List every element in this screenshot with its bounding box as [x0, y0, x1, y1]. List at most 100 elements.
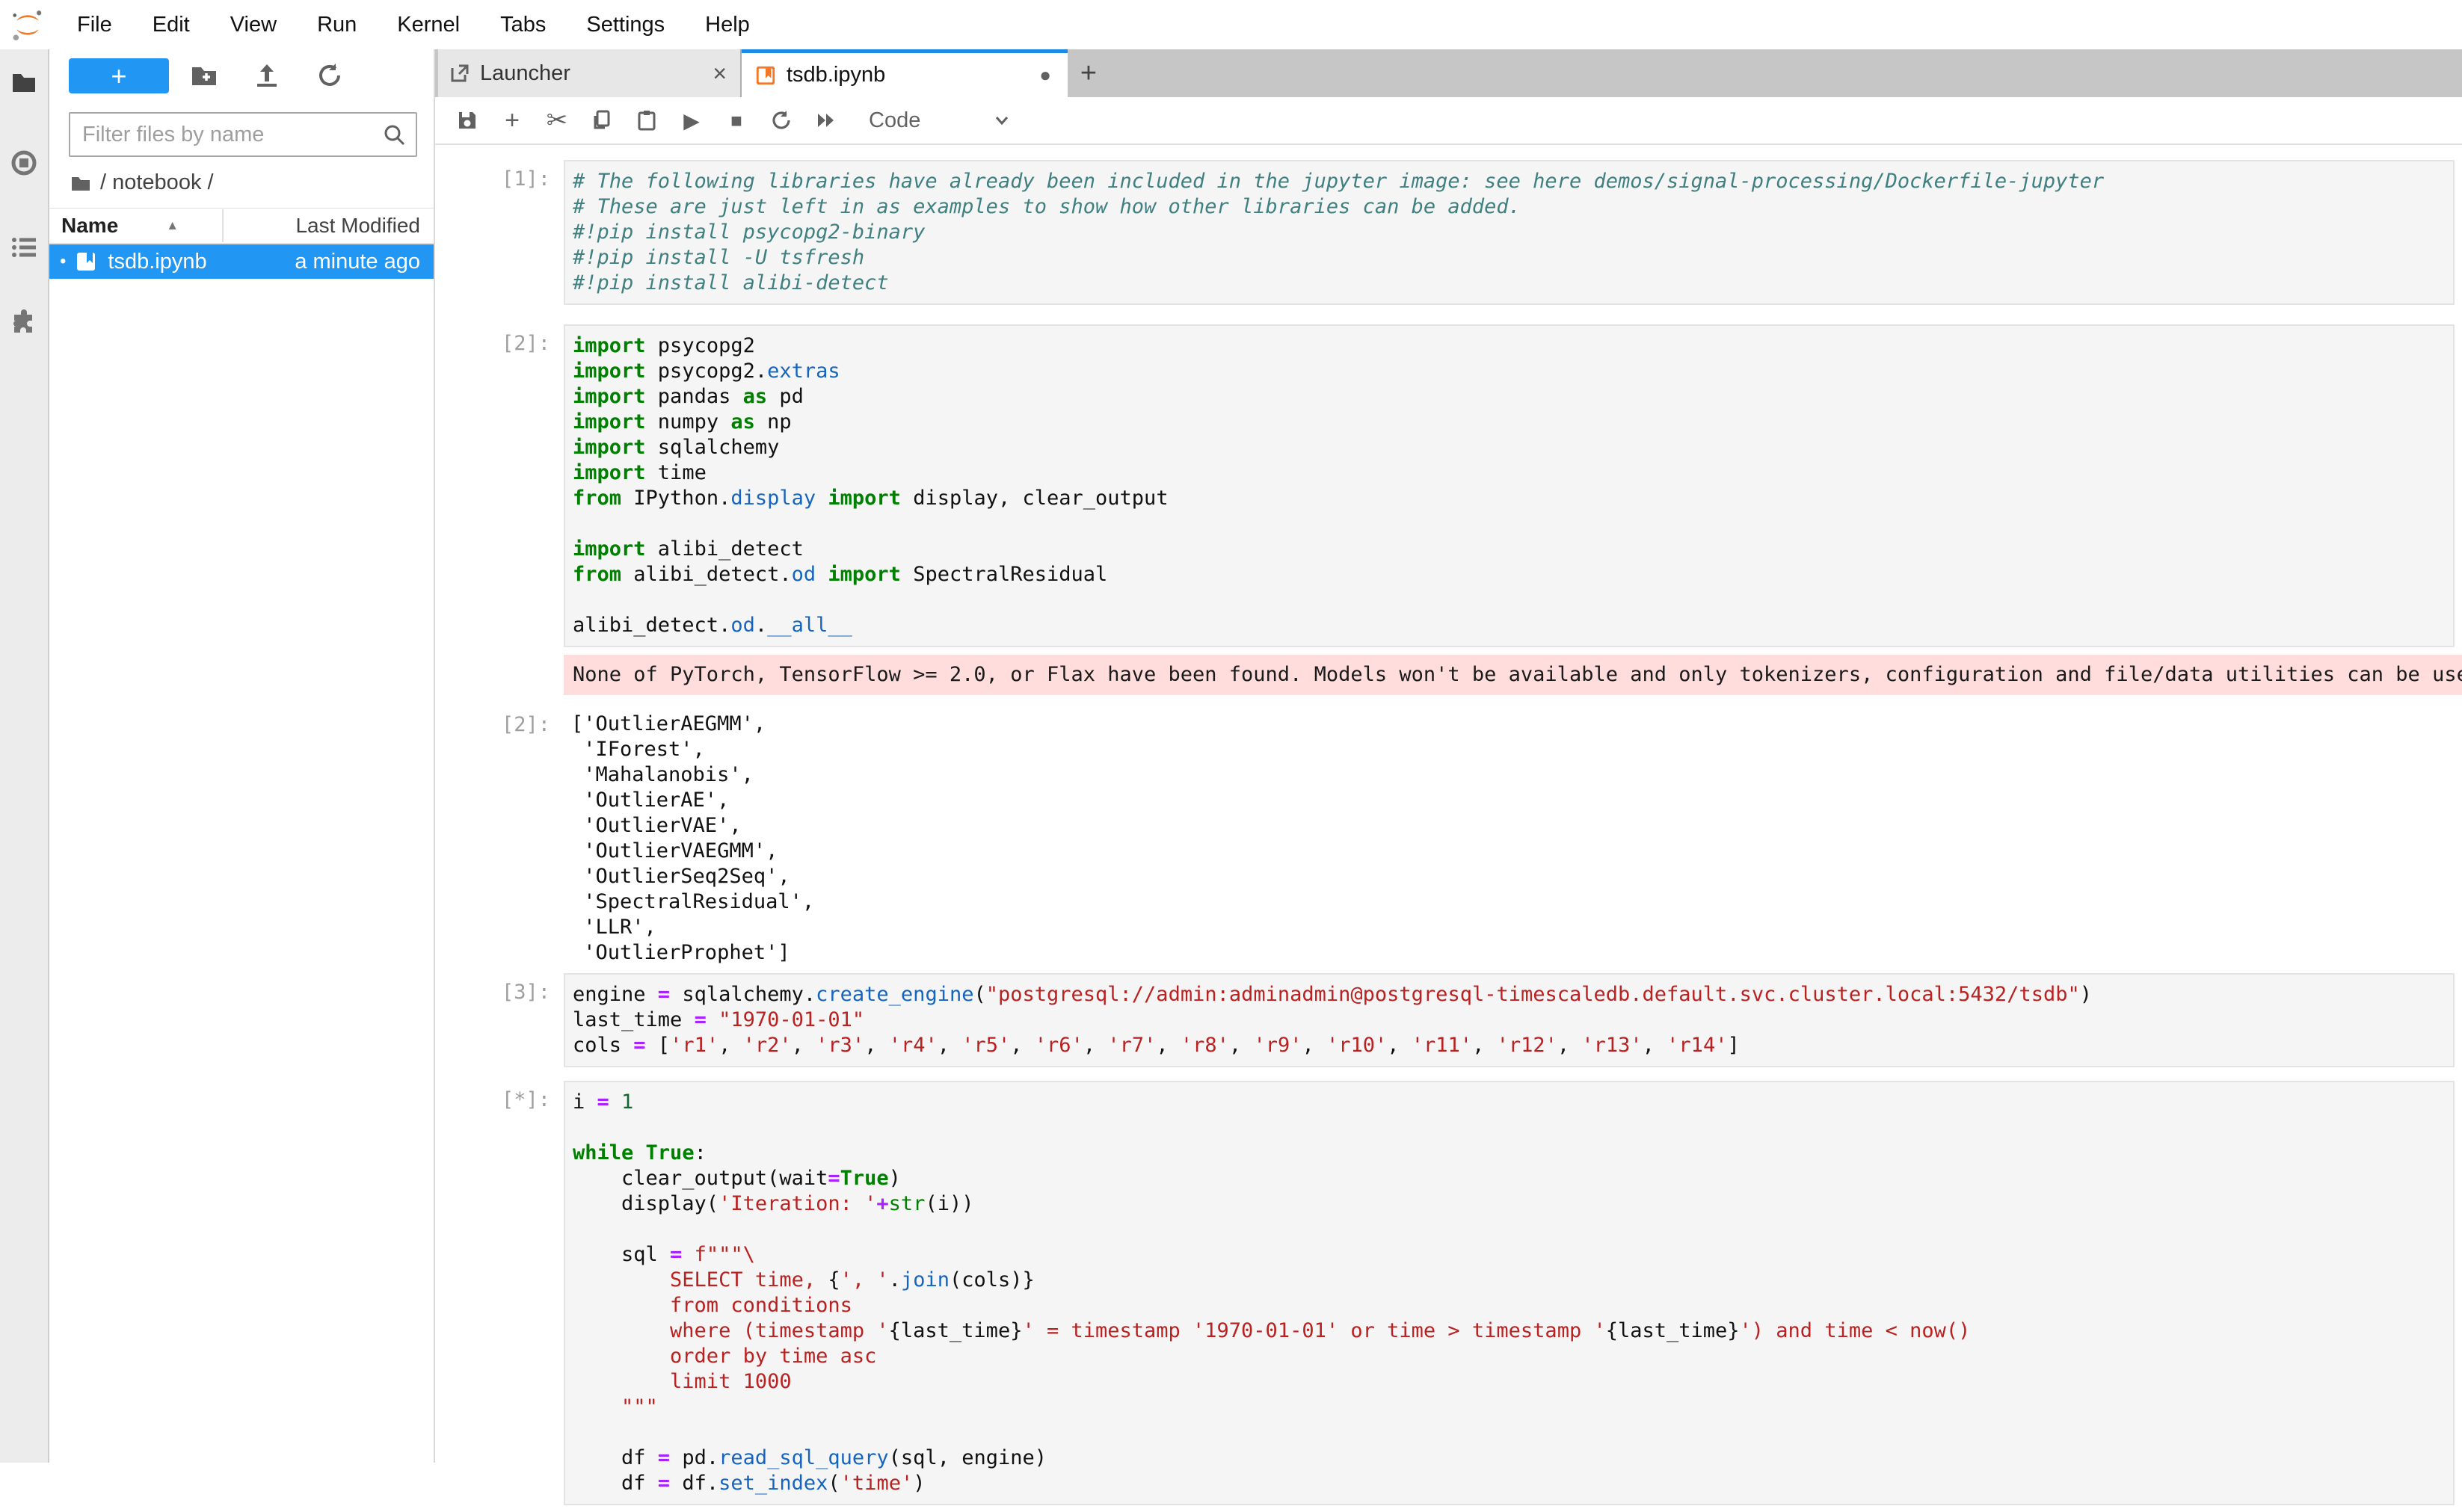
new-tab-button[interactable]: +	[1068, 49, 1110, 97]
code-line: df = df.set_index('time')	[573, 1471, 2453, 1496]
cell-editor[interactable]: import psycopg2import psycopg2.extrasimp…	[564, 324, 2455, 647]
menu-kernel[interactable]: Kernel	[377, 13, 480, 37]
chevron-down-icon[interactable]	[992, 111, 1012, 130]
code-line: #!pip install alibi-detect	[573, 271, 2453, 296]
output-line: 'Mahalanobis',	[571, 762, 2462, 788]
menu-bar: File Edit View Run Kernel Tabs Settings …	[0, 0, 2462, 49]
output-line: 'OutlierVAE',	[571, 813, 2462, 839]
refresh-icon[interactable]	[316, 61, 344, 90]
save-icon[interactable]	[455, 108, 480, 133]
home-folder-icon[interactable]	[70, 173, 91, 194]
notebook-scroll-area[interactable]: [1]: # The following libraries have alrea…	[435, 146, 2462, 1512]
code-line: from IPython.display import display, cle…	[573, 486, 2453, 511]
file-browser-panel: + / notebook / Name ▲ Last Modified	[49, 49, 434, 1463]
copy-cells-icon[interactable]	[589, 108, 615, 133]
cut-cells-icon[interactable]: ✂	[544, 108, 570, 133]
insert-cell-icon[interactable]: +	[499, 108, 525, 133]
left-sidebar-strip	[0, 49, 49, 1463]
code-line: # These are just left in as examples to …	[573, 194, 2453, 220]
code-line: i = 1	[573, 1090, 2453, 1115]
interrupt-kernel-icon[interactable]: ■	[724, 108, 749, 133]
tab-label: Launcher	[480, 61, 570, 86]
file-modified: a minute ago	[295, 250, 420, 274]
output-line: 'OutlierAE',	[571, 788, 2462, 813]
sort-ascending-icon[interactable]: ▲	[166, 218, 179, 233]
code-line: import psycopg2	[573, 333, 2453, 359]
new-launcher-button[interactable]: +	[69, 58, 169, 93]
code-line: import numpy as np	[573, 410, 2453, 435]
menu-help[interactable]: Help	[685, 13, 770, 37]
code-line	[573, 587, 2453, 613]
column-name[interactable]: Name	[61, 214, 118, 238]
menu-edit[interactable]: Edit	[132, 13, 210, 37]
cell-prompt: [1]:	[435, 160, 564, 305]
cell-prompt: [3]:	[435, 973, 564, 1067]
output-line: 'OutlierProphet']	[571, 940, 2462, 966]
extension-manager-icon[interactable]	[10, 309, 37, 336]
run-cell-icon[interactable]: ▶	[679, 108, 704, 133]
breadcrumb[interactable]: / notebook /	[70, 170, 214, 195]
menu-run[interactable]: Run	[297, 13, 377, 37]
file-name: tsdb.ipynb	[108, 250, 206, 274]
restart-run-all-icon[interactable]	[813, 108, 839, 133]
table-of-contents-icon[interactable]	[10, 234, 37, 261]
code-line: df = pd.read_sql_query(sql, engine)	[573, 1445, 2453, 1471]
code-cell[interactable]: [3]: engine = sqlalchemy.create_engine("p…	[435, 973, 2462, 1067]
code-line: import alibi_detect	[573, 537, 2453, 562]
running-kernel-dot: •	[60, 251, 66, 272]
file-row-selected[interactable]: • tsdb.ipynb a minute ago	[49, 244, 434, 279]
jupyter-logo-icon	[10, 7, 45, 42]
cell-prompt: [2]:	[435, 324, 564, 647]
output-line: 'IForest',	[571, 737, 2462, 762]
column-last-modified[interactable]: Last Modified	[295, 214, 420, 238]
code-cell[interactable]: [1]: # The following libraries have alrea…	[435, 160, 2462, 305]
cell-prompt: [2]:	[435, 706, 564, 970]
paste-cells-icon[interactable]	[634, 108, 659, 133]
output-line: ['OutlierAEGMM',	[571, 712, 2462, 737]
code-line: limit 1000	[573, 1369, 2453, 1395]
notebook-toolbar: + ✂ ▶ ■ Code	[435, 97, 2462, 145]
notebook-file-icon	[75, 250, 97, 273]
code-line: display('Iteration: '+str(i))	[573, 1191, 2453, 1217]
output-text: ['OutlierAEGMM', 'IForest', 'Mahalanobis…	[564, 706, 2462, 970]
code-line: while True:	[573, 1141, 2453, 1166]
output-line: 'SpectralResidual',	[571, 889, 2462, 915]
stderr-text: None of PyTorch, TensorFlow >= 2.0, or F…	[564, 655, 2462, 695]
cell-editor[interactable]: # The following libraries have already b…	[564, 160, 2455, 305]
running-sessions-icon[interactable]	[10, 149, 37, 176]
cells: [1]: # The following libraries have alrea…	[435, 160, 2462, 1505]
stderr-output-cell[interactable]: None of PyTorch, TensorFlow >= 2.0, or F…	[435, 655, 2462, 695]
code-cell[interactable]: [*]:i = 1 while True: clear_output(wait=…	[435, 1081, 2462, 1505]
code-line: clear_output(wait=True)	[573, 1166, 2453, 1191]
cell-editor[interactable]: engine = sqlalchemy.create_engine("postg…	[564, 973, 2455, 1067]
code-line	[573, 511, 2453, 537]
code-line: from conditions	[573, 1293, 2453, 1318]
close-tab-icon[interactable]: ×	[713, 60, 727, 87]
restart-kernel-icon[interactable]	[769, 108, 794, 133]
filter-files-box	[69, 112, 417, 157]
tab-tsdb-notebook[interactable]: tsdb.ipynb ●	[742, 49, 1068, 97]
main-dock-panel: Launcher × tsdb.ipynb ● + + ✂ ▶ ■	[434, 49, 2462, 1463]
filter-files-input[interactable]	[70, 122, 383, 148]
execute-result-cell[interactable]: [2]:['OutlierAEGMM', 'IForest', 'Mahalan…	[435, 706, 2462, 970]
launcher-icon	[450, 64, 470, 83]
upload-icon[interactable]	[253, 61, 281, 90]
new-folder-icon[interactable]	[190, 61, 218, 90]
code-line: engine = sqlalchemy.create_engine("postg…	[573, 982, 2453, 1008]
unsaved-changes-dot: ●	[1039, 64, 1051, 87]
menu-view[interactable]: View	[210, 13, 297, 37]
column-divider	[222, 209, 224, 242]
tab-launcher[interactable]: Launcher ×	[438, 49, 742, 97]
code-cell[interactable]: [2]:import psycopg2import psycopg2.extra…	[435, 324, 2462, 647]
code-line: SELECT time, {', '.join(cols)}	[573, 1268, 2453, 1293]
menu-settings[interactable]: Settings	[566, 13, 685, 37]
cell-editor[interactable]: i = 1 while True: clear_output(wait=True…	[564, 1081, 2455, 1505]
code-line: order by time asc	[573, 1344, 2453, 1369]
menu-tabs[interactable]: Tabs	[480, 13, 566, 37]
code-line: from alibi_detect.od import SpectralResi…	[573, 562, 2453, 587]
code-line: # The following libraries have already b…	[573, 169, 2453, 194]
cell-type-select[interactable]: Code	[869, 108, 920, 133]
menu-file[interactable]: File	[57, 13, 132, 37]
code-line: last_time = "1970-01-01"	[573, 1008, 2453, 1033]
file-browser-icon[interactable]	[10, 69, 37, 96]
